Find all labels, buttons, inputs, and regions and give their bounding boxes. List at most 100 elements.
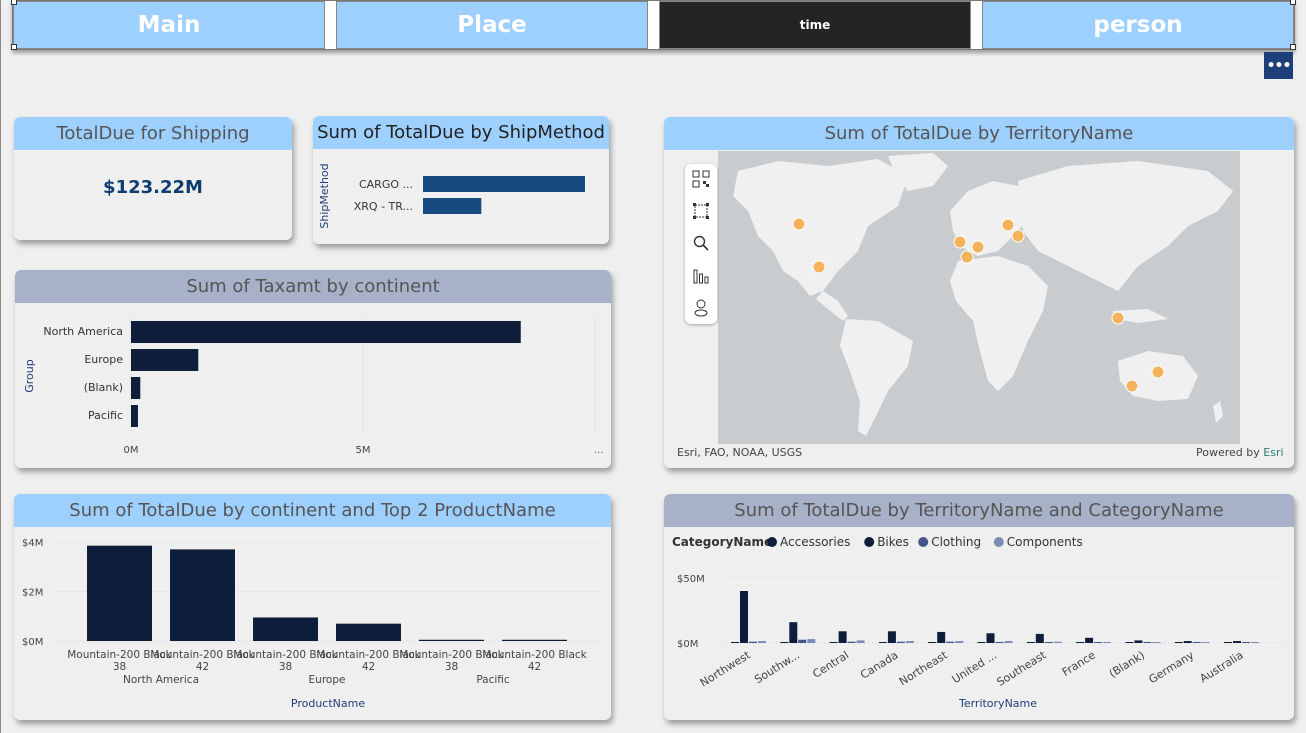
territory-bar[interactable] xyxy=(1152,642,1161,643)
nav-button-place[interactable]: Place xyxy=(336,1,648,49)
territory-bar[interactable] xyxy=(829,642,838,643)
territory-bar[interactable] xyxy=(847,641,856,643)
map-bubble[interactable] xyxy=(953,235,967,249)
territory-bar[interactable] xyxy=(789,622,798,643)
territory-bar[interactable] xyxy=(1004,641,1013,643)
territory-bar[interactable] xyxy=(955,641,964,643)
territory-bar[interactable] xyxy=(986,633,995,643)
taxamt-bar[interactable] xyxy=(131,349,199,371)
territory-bar[interactable] xyxy=(1044,642,1053,643)
legend-label[interactable]: Bikes xyxy=(877,535,909,549)
territory-bar[interactable] xyxy=(1053,641,1062,643)
selection-handle[interactable] xyxy=(1290,0,1296,5)
territory-bar[interactable] xyxy=(896,641,905,643)
legend-label[interactable]: Components xyxy=(1007,535,1083,549)
kpi-value: $123.22M xyxy=(103,177,203,198)
territory-bar[interactable] xyxy=(1183,641,1192,643)
territory-bar[interactable] xyxy=(878,642,887,643)
territory-bar[interactable] xyxy=(1233,641,1241,643)
map-bubble[interactable] xyxy=(1151,365,1165,379)
legend-label[interactable]: Clothing xyxy=(931,535,981,549)
map-bubble[interactable] xyxy=(960,250,974,264)
product-bar[interactable] xyxy=(253,617,318,641)
taxamt-bar[interactable] xyxy=(131,405,138,427)
product-bar[interactable] xyxy=(87,545,152,641)
territory-bar[interactable] xyxy=(807,639,816,643)
taxamt-category-label: Pacific xyxy=(88,409,123,422)
legend-marker[interactable] xyxy=(767,537,777,547)
map-bubble[interactable] xyxy=(1001,218,1015,232)
qr-select-icon[interactable] xyxy=(685,167,717,191)
world-map[interactable] xyxy=(718,151,1240,444)
territory-bar[interactable] xyxy=(1035,633,1044,643)
territory-bar[interactable] xyxy=(1125,642,1134,643)
product-bar[interactable] xyxy=(502,639,567,641)
map-provider-link[interactable]: Esri xyxy=(1263,446,1283,459)
map-title: Sum of TotalDue by TerritoryName xyxy=(664,117,1294,150)
more-options-button[interactable]: ••• xyxy=(1264,52,1293,79)
territory-bar[interactable] xyxy=(780,642,789,643)
territory-bar[interactable] xyxy=(1026,642,1035,643)
product-bar[interactable] xyxy=(336,623,401,641)
territory-bar[interactable] xyxy=(749,641,757,643)
territory-bar[interactable] xyxy=(1134,640,1143,643)
territory-bar[interactable] xyxy=(977,642,986,643)
map-bubble[interactable] xyxy=(971,240,985,254)
legend-marker[interactable] xyxy=(864,537,875,547)
map-bubble[interactable] xyxy=(812,260,826,274)
territory-bar[interactable] xyxy=(740,591,748,643)
search-icon[interactable] xyxy=(685,231,717,255)
territory-bar[interactable] xyxy=(1201,642,1210,643)
map-bubble[interactable] xyxy=(1125,379,1139,393)
map-bubble[interactable] xyxy=(1011,229,1025,243)
selection-handle[interactable] xyxy=(1290,44,1296,50)
territory-bar[interactable] xyxy=(1143,642,1152,643)
pegman-icon[interactable] xyxy=(685,296,717,320)
taxamt-bar[interactable] xyxy=(131,377,141,399)
territory-bar[interactable] xyxy=(905,641,914,643)
nav-button-main[interactable]: Main xyxy=(13,1,325,49)
legend-marker[interactable] xyxy=(993,537,1004,547)
product-bar[interactable] xyxy=(419,639,484,641)
territory-bar[interactable] xyxy=(928,642,937,643)
legend-label[interactable]: Accessories xyxy=(780,535,850,549)
territory-bar[interactable] xyxy=(838,631,847,643)
territory-bar[interactable] xyxy=(1085,637,1094,643)
taxamt-bar[interactable] xyxy=(131,321,521,343)
territory-bar[interactable] xyxy=(731,642,739,643)
y-tick-label: $2M xyxy=(22,587,43,598)
territory-category-label: Northwest xyxy=(698,648,753,689)
legend-marker[interactable] xyxy=(918,537,929,547)
territory-bar[interactable] xyxy=(937,631,946,643)
product-category-label: 42 xyxy=(196,661,209,673)
shipmethod-axis-label: ShipMethod xyxy=(318,163,331,228)
territory-bar[interactable] xyxy=(1094,642,1103,643)
territory-bar[interactable] xyxy=(946,641,955,643)
nav-button-person[interactable]: person xyxy=(982,1,1294,49)
territory-bar[interactable] xyxy=(1192,642,1201,643)
map-bubble[interactable] xyxy=(1111,311,1125,325)
selection-handle[interactable] xyxy=(11,44,17,50)
territory-bar[interactable] xyxy=(798,639,807,643)
territory-bar[interactable] xyxy=(995,641,1004,643)
shipmethod-bar[interactable] xyxy=(423,176,585,192)
map-powered-by: Powered by Esri xyxy=(1196,446,1284,459)
territory-bar[interactable] xyxy=(1242,642,1250,643)
territory-bar[interactable] xyxy=(1224,642,1232,643)
territory-bar[interactable] xyxy=(1103,641,1112,643)
rect-select-icon[interactable] xyxy=(685,199,717,223)
product-bar[interactable] xyxy=(170,549,235,641)
territory-bar[interactable] xyxy=(1076,642,1085,643)
territory-bar[interactable] xyxy=(887,631,896,643)
territory-bar[interactable] xyxy=(758,641,766,643)
map-attribution: Esri, FAO, NOAA, USGS xyxy=(677,446,803,459)
territory-bar[interactable] xyxy=(856,640,865,643)
map-bubble[interactable] xyxy=(792,217,806,231)
bar-chart-icon[interactable] xyxy=(685,264,717,288)
selection-handle[interactable] xyxy=(11,0,17,5)
y-tick-label: $4M xyxy=(22,538,43,549)
territory-bar[interactable] xyxy=(1174,642,1183,643)
shipmethod-bar[interactable] xyxy=(423,198,482,214)
territory-bar[interactable] xyxy=(1251,642,1259,643)
nav-button-time[interactable]: time xyxy=(659,1,971,49)
